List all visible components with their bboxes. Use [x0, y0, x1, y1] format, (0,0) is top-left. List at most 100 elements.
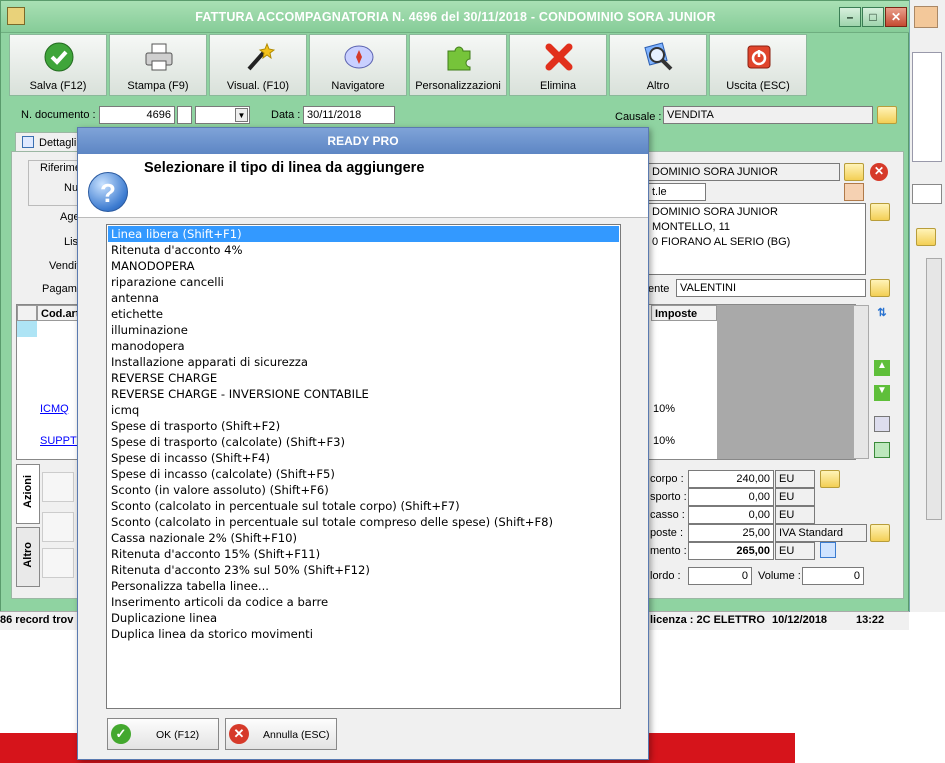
ok-check-icon: ✓ [111, 724, 131, 744]
list-item[interactable]: Linea libera (Shift+F1) [108, 226, 619, 242]
dialog-title[interactable]: READY PRO [78, 128, 648, 154]
row-selector[interactable] [17, 321, 37, 337]
navigator-button[interactable]: Navigatore [309, 34, 407, 96]
status-date: 10/12/2018 [772, 614, 828, 626]
calendar-icon [22, 136, 34, 148]
imposte-folder-icon[interactable] [870, 524, 890, 542]
power-icon [747, 45, 771, 69]
list-item[interactable]: Ritenuta d'acconto 15% (Shift+F11) [108, 546, 619, 562]
agente-field[interactable]: VALENTINI [676, 279, 866, 297]
grid-scrollbar[interactable] [853, 305, 869, 459]
print-button[interactable]: Stampa (F9) [109, 34, 207, 96]
causale-field[interactable]: VENDITA [663, 106, 873, 124]
close-button[interactable]: ✕ [885, 7, 907, 27]
tab-actions[interactable]: Azioni [16, 464, 40, 524]
zoom-icon[interactable] [820, 542, 836, 558]
move-up-icon[interactable]: ▲ [874, 360, 890, 376]
row-imposte: 10% [653, 403, 676, 415]
chevron-down-icon[interactable]: ▼ [235, 108, 248, 122]
list-item[interactable]: Duplica linea da storico movimenti [108, 626, 619, 642]
status-time: 13:22 [856, 614, 885, 626]
agente-folder-icon[interactable] [870, 279, 890, 297]
window-titlebar[interactable]: FATTURA ACCOMPAGNATORIA N. 4696 del 30/1… [1, 1, 910, 33]
list-item[interactable]: manodopera [108, 338, 619, 354]
col-imposte-header[interactable]: Imposte [651, 305, 717, 321]
pagamento-field: 265,00 [688, 542, 774, 560]
client-clear-icon[interactable]: ✕ [870, 163, 888, 181]
list-item[interactable]: Sconto (in valore assoluto) (Shift+F6) [108, 482, 619, 498]
minimize-button[interactable]: – [839, 7, 861, 27]
pagamento-currency: EU [775, 542, 815, 560]
checklist-icon[interactable] [42, 512, 74, 542]
list-item[interactable]: Cassa nazionale 2% (Shift+F10) [108, 530, 619, 546]
list-item[interactable]: Sconto (calcolato in percentuale sul tot… [108, 498, 619, 514]
list-item[interactable]: Duplicazione linea [108, 610, 619, 626]
volume-label: Volume : [758, 570, 801, 582]
folder-icon[interactable] [877, 106, 897, 124]
dialog-prompt: Selezionare il tipo di linea da aggiunge… [144, 160, 425, 176]
corpo-folder-icon[interactable] [820, 470, 840, 488]
maximize-button[interactable]: □ [862, 7, 884, 27]
exit-label: Uscita (ESC) [726, 80, 790, 92]
tab-other[interactable]: Altro [16, 527, 40, 587]
cancel-button[interactable]: ✕ Annulla (ESC) [225, 718, 337, 750]
list-item[interactable]: Inserimento articoli da codice a barre [108, 594, 619, 610]
list-item[interactable]: Ritenuta d'acconto 4% [108, 242, 619, 258]
list-item[interactable]: antenna [108, 290, 619, 306]
list-item[interactable]: Sconto (calcolato in percentuale sul tot… [108, 514, 619, 530]
customizations-button[interactable]: Personalizzazioni [409, 34, 507, 96]
print-label: Stampa (F9) [127, 80, 189, 92]
cancel-x-icon: ✕ [229, 724, 249, 744]
ok-button[interactable]: ✓ OK (F12) [107, 718, 219, 750]
refresh-icon[interactable] [874, 442, 890, 458]
trasporto-currency: EU [775, 488, 815, 506]
other-button[interactable]: Altro [609, 34, 707, 96]
list-item[interactable]: icmq [108, 402, 619, 418]
visualize-label: Visual. (F10) [226, 80, 290, 92]
add-box-icon[interactable] [42, 472, 74, 502]
printer-icon [145, 43, 173, 71]
shapes-icon[interactable] [42, 548, 74, 578]
delete-button[interactable]: Elimina [509, 34, 607, 96]
doc-number-label: N. documento : [21, 109, 96, 121]
sort-arrows-icon[interactable]: ⇅ [874, 306, 890, 324]
client-folder-icon[interactable] [844, 163, 864, 181]
list-item[interactable]: MANODOPERA [108, 258, 619, 274]
side-scrollbar[interactable] [926, 258, 942, 520]
list-item[interactable]: REVERSE CHARGE [108, 370, 619, 386]
record-count: 86 record trov [0, 614, 74, 626]
list-item[interactable]: Ritenuta d'acconto 23% sul 50% (Shift+F1… [108, 562, 619, 578]
list-item[interactable]: etichette [108, 306, 619, 322]
side-select[interactable] [912, 184, 942, 204]
date-field[interactable]: 30/11/2018 [303, 106, 395, 124]
doc-number-field[interactable]: 4696 [99, 106, 175, 124]
person-icon[interactable] [844, 183, 864, 201]
row-code-link[interactable]: ICMQ [40, 403, 69, 415]
list-item[interactable]: Personalizza tabella linee... [108, 578, 619, 594]
lordo-field[interactable]: 0 [688, 567, 752, 585]
doc-number-suffix[interactable] [177, 106, 192, 124]
imposte-type-field[interactable]: IVA Standard [775, 524, 867, 542]
list-item[interactable]: Installazione apparati di sicurezza [108, 354, 619, 370]
list-item[interactable]: Spese di incasso (calcolate) (Shift+F5) [108, 466, 619, 482]
line-type-dialog: READY PRO ? Selezionare il tipo di linea… [77, 127, 649, 760]
client-name-field[interactable]: DOMINIO SORA JUNIOR [648, 163, 840, 181]
list-item[interactable]: illuminazione [108, 322, 619, 338]
client-code-field[interactable]: t.le [648, 183, 706, 201]
volume-field[interactable]: 0 [802, 567, 864, 585]
visualize-button[interactable]: Visual. (F10) [209, 34, 307, 96]
save-button[interactable]: Salva (F12) [9, 34, 107, 96]
customizations-label: Personalizzazioni [415, 80, 501, 92]
address-folder-icon[interactable] [870, 203, 890, 221]
list-item[interactable]: Spese di trasporto (Shift+F2) [108, 418, 619, 434]
list-item[interactable]: Spese di incasso (Shift+F4) [108, 450, 619, 466]
exit-button[interactable]: Uscita (ESC) [709, 34, 807, 96]
line-type-list[interactable]: Linea libera (Shift+F1) Ritenuta d'accont… [106, 224, 621, 709]
list-item[interactable]: riparazione cancelli [108, 274, 619, 290]
side-folder-icon[interactable] [916, 228, 936, 246]
list-item[interactable]: Spese di trasporto (calcolate) (Shift+F3… [108, 434, 619, 450]
list-item[interactable]: REVERSE CHARGE - INVERSIONE CONTABILE [108, 386, 619, 402]
move-down-icon[interactable]: ▼ [874, 385, 890, 401]
other-label: Altro [646, 80, 670, 92]
copy-icon[interactable] [874, 416, 890, 432]
